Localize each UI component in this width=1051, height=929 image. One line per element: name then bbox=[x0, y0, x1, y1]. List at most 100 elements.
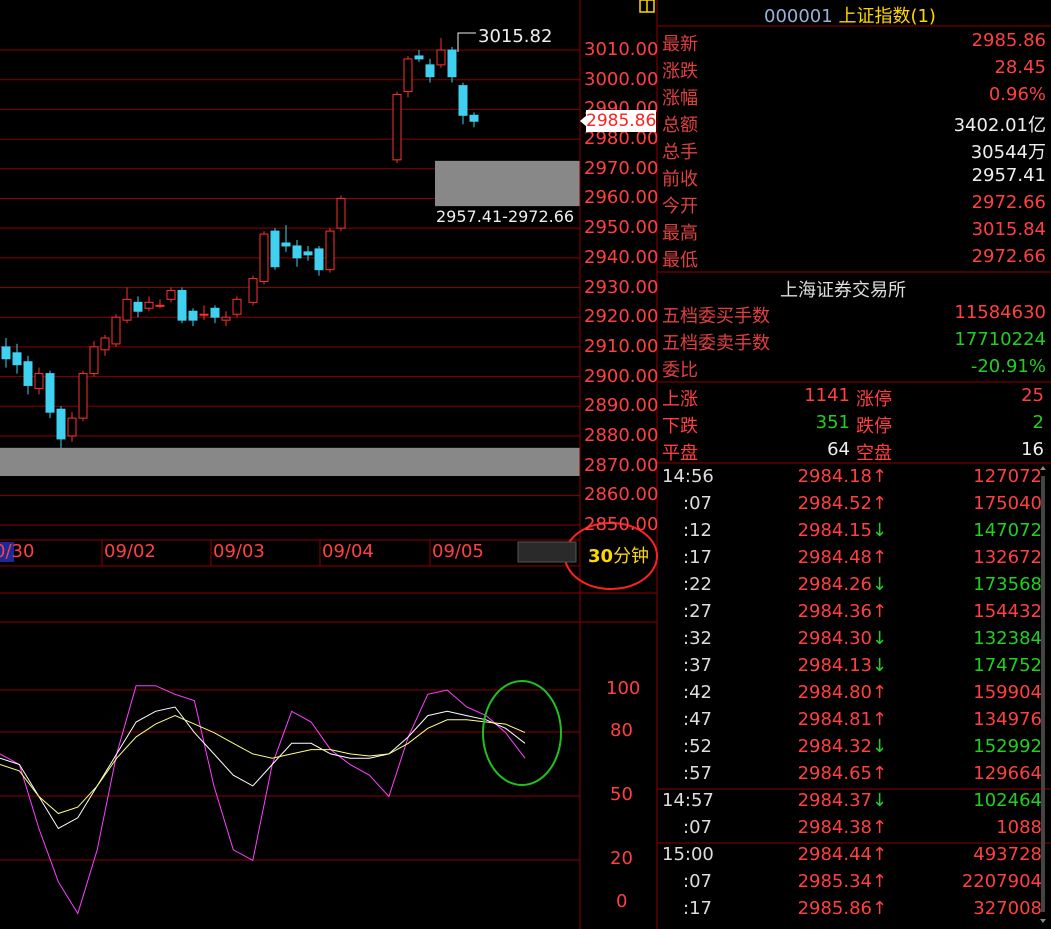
up-label: 上涨 bbox=[662, 389, 698, 410]
tick-time: :07 bbox=[683, 871, 712, 892]
candle bbox=[458, 85, 468, 116]
candle bbox=[314, 248, 324, 271]
gap-zone bbox=[0, 447, 580, 477]
candle bbox=[78, 373, 88, 419]
candle bbox=[210, 307, 220, 318]
security-name: 上证指数 bbox=[838, 6, 911, 27]
price-tick-label: 2910.00 bbox=[584, 335, 659, 357]
limit-up-count: 25 bbox=[1021, 385, 1044, 406]
exchange-name: 上海证券交易所 bbox=[780, 280, 906, 301]
quote-label: 涨跌 bbox=[662, 61, 698, 82]
tick-row: :37 2984.13 ↓ 174752 bbox=[662, 655, 1046, 682]
tick-time: 14:56 bbox=[662, 466, 714, 487]
indicator-tick-label: 100 bbox=[606, 678, 641, 699]
tick-direction-icon: ↑ bbox=[872, 709, 888, 730]
candle bbox=[34, 373, 44, 389]
tick-row: :17 2985.86 ↑ 327008 bbox=[662, 898, 1046, 925]
tick-price: 2984.32 bbox=[797, 736, 872, 757]
tick-direction-icon: ↑ bbox=[872, 763, 888, 784]
price-tick-label: 2950.00 bbox=[584, 217, 659, 239]
tick-volume: 154432 bbox=[973, 601, 1042, 622]
last-price-tag: 2985.86 bbox=[586, 110, 657, 132]
candle bbox=[199, 313, 209, 316]
quote-label: 最高 bbox=[662, 223, 698, 244]
candle bbox=[414, 55, 424, 60]
candle bbox=[425, 64, 435, 78]
tick-direction-icon: ↑ bbox=[872, 682, 888, 703]
quote-label: 涨幅 bbox=[662, 88, 698, 109]
high-annotation-leader bbox=[457, 32, 476, 52]
tick-direction-icon: ↓ bbox=[872, 736, 888, 757]
quote-label: 今开 bbox=[662, 196, 698, 217]
candle bbox=[1, 346, 11, 360]
tick-volume: 147072 bbox=[973, 520, 1042, 541]
price-tick-label: 2940.00 bbox=[584, 246, 659, 268]
date-tick-label: 09/02 bbox=[104, 541, 156, 562]
tick-price: 2984.13 bbox=[797, 655, 872, 676]
tick-time: :57 bbox=[683, 763, 712, 784]
tick-time: :17 bbox=[683, 547, 712, 568]
quote-row: 涨幅 0.96% bbox=[662, 84, 1046, 111]
tick-price: 2984.38 bbox=[797, 817, 872, 838]
candle bbox=[100, 337, 110, 351]
candle bbox=[469, 114, 479, 122]
quote-value: 2985.86 bbox=[971, 30, 1046, 51]
limit-up-label: 涨停 bbox=[856, 389, 892, 410]
indicator-tick-label: 80 bbox=[610, 720, 633, 741]
candle bbox=[56, 408, 66, 440]
candle bbox=[177, 289, 187, 321]
security-suffix: (1) bbox=[910, 6, 936, 27]
down-count: 351 bbox=[815, 412, 850, 433]
quote-row: 最新 2985.86 bbox=[662, 30, 1046, 57]
tick-row: :07 2984.38 ↑ 1088 bbox=[662, 817, 1046, 844]
quote-value: 0.96% bbox=[988, 84, 1046, 105]
candle bbox=[281, 242, 291, 247]
tick-time: 14:57 bbox=[662, 790, 714, 811]
price-tick-label: 2870.00 bbox=[584, 454, 659, 476]
empty-label: 空盘 bbox=[856, 443, 892, 464]
price-tick-label: 2920.00 bbox=[584, 306, 659, 328]
indicator-series-line bbox=[0, 715, 526, 815]
highlight-circle-green bbox=[482, 680, 562, 786]
candle bbox=[221, 316, 231, 321]
tick-time: :12 bbox=[683, 520, 712, 541]
quote-label: 最低 bbox=[662, 250, 698, 271]
gap-zone-label: 2957.41-2972.66 bbox=[436, 207, 575, 226]
tick-volume: 152992 bbox=[973, 736, 1042, 757]
flat-count: 64 bbox=[827, 439, 850, 460]
candle bbox=[447, 49, 457, 78]
quote-label: 最新 bbox=[662, 34, 698, 55]
tick-volume: 2207904 bbox=[961, 871, 1042, 892]
candle bbox=[325, 230, 335, 271]
tick-direction-icon: ↑ bbox=[872, 898, 888, 919]
period-number: 30 bbox=[588, 546, 614, 567]
tick-volume: 134976 bbox=[973, 709, 1042, 730]
price-tick-label: 2900.00 bbox=[584, 365, 659, 387]
quote-row: 涨跌 28.45 bbox=[662, 57, 1046, 84]
candle bbox=[12, 352, 22, 366]
tick-price: 2984.18 bbox=[797, 466, 872, 487]
quote-value: 30544万 bbox=[970, 142, 1046, 163]
tick-time: 15:00 bbox=[662, 844, 714, 865]
candle bbox=[89, 346, 99, 375]
tick-direction-icon: ↑ bbox=[872, 844, 888, 865]
period-selector-button[interactable]: 30分钟 bbox=[588, 542, 649, 568]
date-tick-label: 09/05 bbox=[432, 541, 484, 562]
quote-value: 3015.84 bbox=[971, 219, 1046, 240]
tick-price: 2984.52 bbox=[797, 493, 872, 514]
candle bbox=[144, 301, 154, 309]
time-scrollbar-thumb[interactable] bbox=[517, 541, 577, 563]
tick-direction-icon: ↓ bbox=[872, 655, 888, 676]
candle bbox=[270, 230, 280, 268]
tick-direction-icon: ↓ bbox=[872, 520, 888, 541]
order-row: 委比 -20.91% bbox=[662, 356, 1046, 383]
date-tick-label: 09/04 bbox=[322, 541, 374, 562]
tick-row: 15:00 2984.44 ↑ 493728 bbox=[662, 844, 1046, 871]
indicator-tick-label: 0 bbox=[616, 891, 628, 912]
high-price-annotation: 3015.82 bbox=[478, 26, 553, 47]
tick-row: :12 2984.15 ↓ 147072 bbox=[662, 520, 1046, 547]
tick-price: 2984.48 bbox=[797, 547, 872, 568]
tick-price: 2984.26 bbox=[797, 574, 872, 595]
candle bbox=[155, 304, 165, 307]
tick-row: :42 2984.80 ↑ 159904 bbox=[662, 682, 1046, 709]
